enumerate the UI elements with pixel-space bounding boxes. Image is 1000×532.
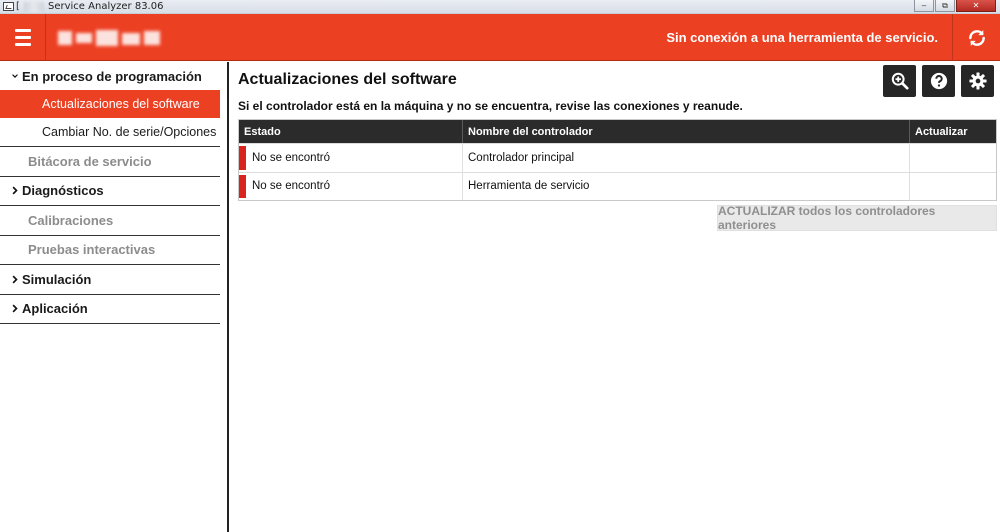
connection-status: Sin conexión a una herramienta de servic…	[666, 30, 938, 45]
zoom-in-icon	[891, 72, 909, 90]
zoom-button[interactable]	[883, 65, 916, 97]
column-header-status: Estado	[239, 120, 463, 143]
update-cell	[910, 173, 996, 201]
table-header: Estado Nombre del controlador Actualizar	[239, 120, 996, 143]
brand-logo	[58, 27, 166, 49]
chevron-right-icon	[0, 274, 18, 285]
table-row[interactable]: No se encontró Herramienta de servicio	[239, 171, 996, 201]
nav-group-label: Aplicación	[22, 301, 88, 317]
help-button[interactable]	[922, 65, 955, 97]
column-header-controller: Nombre del controlador	[463, 120, 910, 143]
nav-group-interactive-tests: Pruebas interactivas	[0, 236, 220, 265]
window-title: Service Analyzer 83.06	[48, 1, 164, 12]
controller-cell: Controlador principal	[463, 144, 910, 172]
nav-group-calibrations: Calibraciones	[0, 206, 220, 236]
page-title: Actualizaciones del software	[238, 71, 457, 88]
nav-group-programming[interactable]: En proceso de programación	[0, 62, 220, 90]
nav-group-diagnostics[interactable]: Diagnósticos	[0, 177, 220, 206]
chevron-right-icon	[0, 185, 18, 196]
nav-group-label: En proceso de programación	[22, 68, 202, 84]
app-header: Sin conexión a una herramienta de servic…	[0, 14, 1000, 61]
table-row[interactable]: No se encontró Controlador principal	[239, 143, 996, 172]
page-subtitle: Si el controlador está en la máquina y n…	[238, 99, 743, 113]
nav-group-application[interactable]: Aplicación	[0, 295, 220, 324]
hamburger-icon[interactable]	[0, 14, 46, 61]
update-all-button[interactable]: ACTUALIZAR todos los controladores anter…	[717, 204, 997, 232]
restore-icon[interactable]: ⧉	[935, 0, 955, 12]
settings-button[interactable]	[961, 65, 994, 97]
refresh-icon	[968, 29, 985, 46]
nav-group-label: Simulación	[22, 271, 92, 287]
title-obscured	[24, 2, 44, 12]
controllers-table: Estado Nombre del controlador Actualizar…	[238, 119, 997, 201]
update-cell	[910, 144, 996, 172]
chevron-right-icon	[0, 303, 18, 314]
help-icon	[930, 72, 947, 90]
toolbar	[883, 65, 994, 97]
nav-group-service-log: Bitácora de servicio	[0, 147, 220, 177]
controller-cell: Herramienta de servicio	[463, 172, 910, 200]
window-title-bar: [ Service Analyzer 83.06 – ⧉ ✕	[0, 0, 1000, 14]
app-icon	[3, 2, 14, 11]
nav-group-simulation[interactable]: Simulación	[0, 265, 220, 295]
status-cell: No se encontró	[239, 144, 463, 172]
nav-item-software-updates[interactable]: Actualizaciones del software	[0, 90, 220, 118]
status-cell: No se encontró	[239, 172, 463, 200]
sidebar: En proceso de programación Actualizacion…	[0, 62, 229, 532]
window-controls: – ⧉ ✕	[913, 0, 996, 13]
main-content: Actualizaciones del software Si el contr…	[231, 62, 1000, 532]
nav-group-label: Diagnósticos	[22, 183, 104, 199]
settings-icon	[968, 72, 987, 90]
title-letter: [	[16, 1, 20, 12]
column-header-update: Actualizar	[915, 125, 968, 138]
refresh-button[interactable]	[952, 14, 1000, 61]
minimize-icon[interactable]: –	[914, 0, 934, 12]
chevron-down-icon	[0, 72, 18, 80]
close-icon[interactable]: ✕	[956, 0, 996, 12]
nav-item-change-serial[interactable]: Cambiar No. de serie/Opciones	[0, 118, 220, 147]
